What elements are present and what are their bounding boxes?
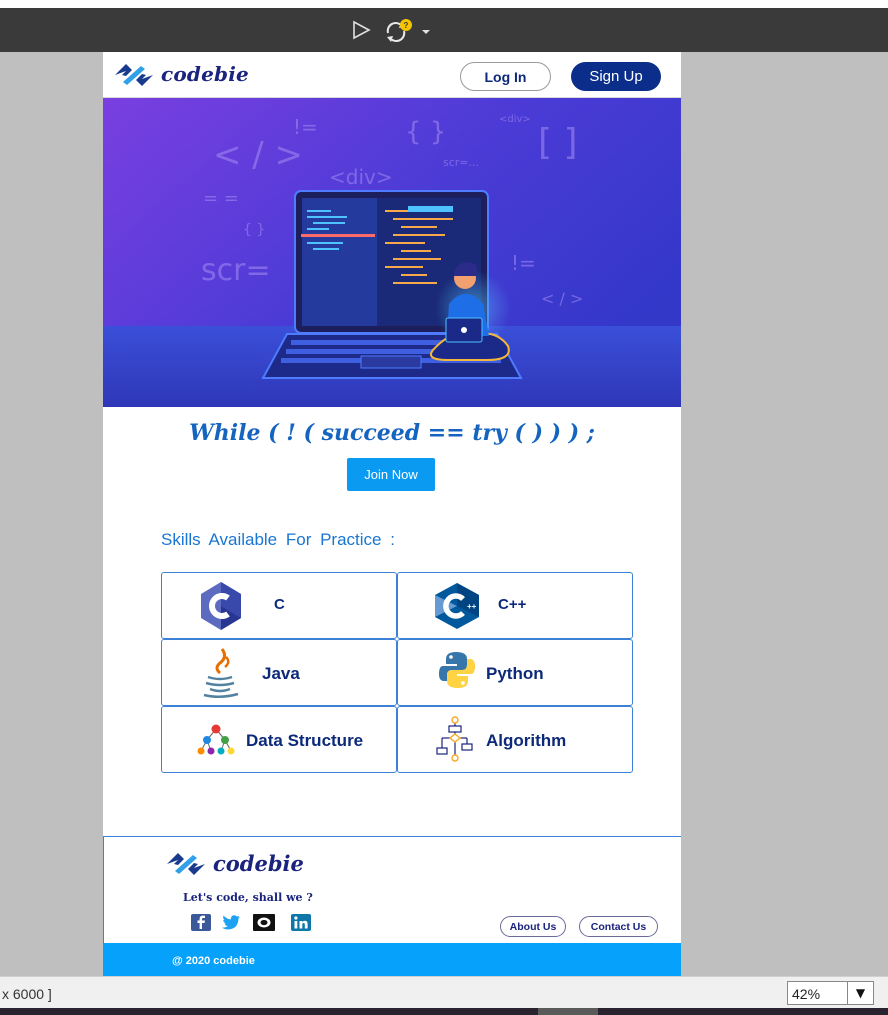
zoom-value: 42% bbox=[792, 986, 821, 1002]
code-glyph: { } bbox=[405, 117, 446, 147]
skill-label: Algorithm bbox=[486, 731, 567, 750]
codebie-logo-icon[interactable] bbox=[113, 62, 155, 88]
os-taskbar bbox=[0, 1008, 888, 1015]
status-bar: x 6000 ] 42% ▼ bbox=[0, 976, 888, 1008]
skill-label: Java bbox=[262, 664, 300, 683]
data-structure-icon bbox=[197, 724, 235, 755]
code-glyph: < / > bbox=[541, 289, 583, 308]
editor-toolbar: ? bbox=[0, 8, 888, 52]
contact-us-button[interactable]: Contact Us bbox=[579, 916, 658, 937]
copyright-bar: @ 2020 codebie bbox=[103, 943, 681, 976]
hero-tagline: While ( ! ( succeed == try ( ) ) ) ; bbox=[189, 420, 595, 446]
code-glyph: <div> bbox=[499, 114, 531, 125]
web-page-canvas: codebie Log In Sign Up < / > != {} <div… bbox=[103, 52, 681, 976]
zoom-dropdown-icon[interactable]: ▼ bbox=[847, 982, 873, 1004]
dropdown-caret-icon[interactable] bbox=[421, 28, 431, 36]
skill-label: Python bbox=[486, 664, 544, 683]
zoom-select[interactable]: 42% ▼ bbox=[787, 981, 874, 1005]
linkedin-icon[interactable] bbox=[291, 914, 311, 931]
canvas-dimensions-text: x 6000 ] bbox=[2, 986, 52, 1002]
skill-card-c[interactable]: C bbox=[161, 572, 397, 639]
skill-card-python[interactable]: Python bbox=[397, 639, 633, 706]
codebie-logo-icon[interactable] bbox=[165, 851, 207, 877]
about-us-button[interactable]: About Us bbox=[500, 916, 566, 937]
python-icon bbox=[439, 652, 475, 688]
code-glyph: scr=... bbox=[443, 156, 479, 169]
code-glyph: < / > bbox=[213, 135, 303, 175]
twitter-icon[interactable] bbox=[221, 914, 241, 931]
brand-name[interactable]: codebie bbox=[161, 62, 249, 86]
svg-text:++: ++ bbox=[467, 602, 477, 611]
refresh-help-icon[interactable]: ? bbox=[384, 18, 412, 44]
signup-button[interactable]: Sign Up bbox=[571, 62, 661, 91]
cpp-language-icon: ++ bbox=[435, 583, 479, 629]
join-now-button[interactable]: Join Now bbox=[347, 458, 435, 491]
skill-card-data-structure[interactable]: Data Structure bbox=[161, 706, 397, 773]
footer-brand-name[interactable]: codebie bbox=[213, 851, 304, 876]
site-header: codebie Log In Sign Up bbox=[103, 52, 681, 98]
code-glyph: != bbox=[293, 115, 318, 139]
site-footer: codebie Let's code, shall we ? About Us … bbox=[103, 836, 681, 943]
footer-slogan: Let's code, shall we ? bbox=[183, 891, 313, 904]
window-top-edge bbox=[0, 0, 888, 8]
medium-icon[interactable] bbox=[253, 914, 275, 931]
java-icon bbox=[203, 648, 239, 698]
skill-card-cpp[interactable]: ++ C++ bbox=[397, 572, 633, 639]
code-glyph: [ ] bbox=[538, 122, 578, 163]
facebook-icon[interactable] bbox=[191, 914, 211, 931]
taskbar-active-item[interactable] bbox=[538, 1008, 598, 1015]
skill-label: Data Structure bbox=[246, 731, 364, 750]
code-glyph: scr= bbox=[201, 253, 271, 288]
skills-grid: C ++ C++ Java Python Data Structure Algo… bbox=[161, 572, 633, 773]
code-glyph: = = bbox=[203, 188, 239, 209]
login-button[interactable]: Log In bbox=[460, 62, 551, 91]
skills-section-title: Skills Available For Practice : bbox=[161, 530, 395, 549]
c-language-icon bbox=[201, 582, 241, 630]
code-glyph: <div> bbox=[329, 165, 393, 189]
skill-card-algorithm[interactable]: Algorithm bbox=[397, 706, 633, 773]
skill-label: C bbox=[274, 596, 285, 613]
svg-text:?: ? bbox=[404, 21, 409, 30]
play-icon[interactable] bbox=[351, 20, 371, 40]
skill-label: C++ bbox=[498, 596, 527, 613]
code-glyph: != bbox=[511, 251, 536, 275]
hero-illustration: < / > != { } <div> [ ] scr=... = = { } s… bbox=[103, 98, 681, 407]
code-glyph: { } bbox=[243, 222, 265, 238]
algorithm-flowchart-icon bbox=[436, 716, 473, 762]
skill-card-java[interactable]: Java bbox=[161, 639, 397, 706]
